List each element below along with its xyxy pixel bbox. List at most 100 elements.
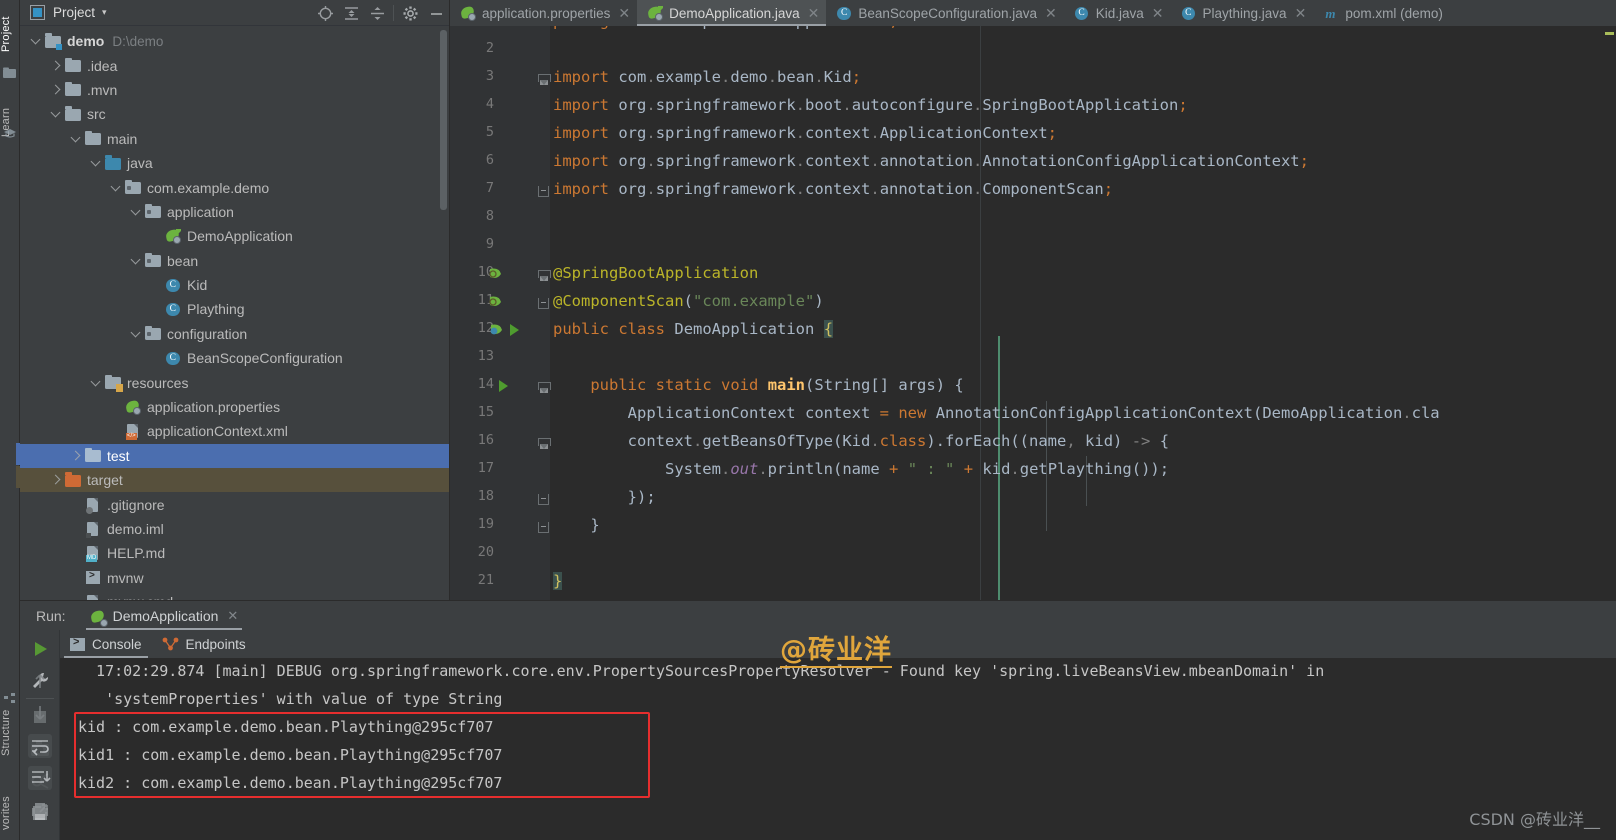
chevron-right-icon[interactable] — [48, 472, 64, 488]
console-line: 17:02:29.874 [main] DEBUG org.springfram… — [78, 662, 1325, 680]
close-icon[interactable]: ✕ — [808, 5, 820, 22]
tree-node-plaything[interactable]: C Plaything — [20, 297, 449, 321]
maven-icon: m — [1325, 6, 1336, 21]
code-fold-bottom-icon[interactable] — [538, 494, 549, 505]
spring-bean-gutter-icon[interactable] — [488, 266, 504, 285]
chevron-right-icon[interactable] — [68, 448, 84, 464]
tree-node-resources[interactable]: resources — [20, 370, 449, 394]
chevron-down-icon[interactable] — [128, 204, 144, 220]
scroll-to-end-icon[interactable] — [28, 766, 52, 790]
editor-tab-label: BeanScopeConfiguration.java — [858, 5, 1038, 21]
chevron-down-icon[interactable] — [128, 253, 144, 269]
tree-node-java[interactable]: java — [20, 151, 449, 175]
tree-node--mvn[interactable]: .mvn — [20, 78, 449, 102]
tree-node-application[interactable]: application — [20, 200, 449, 224]
tree-node-test[interactable]: test — [20, 443, 449, 469]
editor-tab-pom-xml-demo-[interactable]: m pom.xml (demo) — [1313, 0, 1450, 26]
tree-node-label: resources — [127, 374, 189, 391]
editor-tab-bar[interactable]: application.properties ✕ DemoApplication.j… — [450, 0, 1616, 26]
tree-node-bean[interactable]: bean — [20, 249, 449, 273]
tree-node--gitignore[interactable]: .gitignore — [20, 492, 449, 516]
tree-node-mvnw-cmd[interactable]: Cmvnw.cmd — [20, 590, 449, 600]
tree-node-label: bean — [167, 252, 199, 269]
close-icon[interactable]: ✕ — [1295, 5, 1307, 22]
rerun-button[interactable] — [29, 638, 51, 660]
project-tree-scrollbar[interactable] — [440, 30, 447, 210]
tree-node-label: configuration — [167, 325, 248, 342]
editor-tab-kid-java[interactable]: C Kid.java ✕ — [1064, 0, 1171, 26]
scroll-down-icon[interactable] — [29, 702, 51, 724]
strip-item-project[interactable]: Project — [0, 4, 20, 64]
run-gutter-icon[interactable] — [496, 378, 510, 397]
line-number: 2 — [485, 40, 494, 56]
console-output[interactable]: CSDN @砖业洋__ 17:02:29.874 [main] DEBUG or… — [60, 658, 1616, 840]
tree-node-demo-iml[interactable]: demo.iml — [20, 517, 449, 541]
chevron-down-icon[interactable] — [128, 326, 144, 342]
run-configuration-tab[interactable]: DemoApplication ✕ — [84, 601, 245, 631]
tree-node--idea[interactable]: .idea — [20, 53, 449, 77]
tree-node-label: .mvn — [87, 81, 118, 98]
hide-panel-icon[interactable] — [423, 0, 449, 26]
code-fold-top-icon[interactable] — [538, 382, 551, 393]
close-icon[interactable]: ✕ — [1152, 5, 1164, 22]
tree-node-help-md[interactable]: MD HELP.md — [20, 541, 449, 565]
chevron-down-icon[interactable] — [48, 106, 64, 122]
tree-node-src[interactable]: src — [20, 102, 449, 126]
tree-node-label: mvnw — [107, 569, 144, 586]
project-tree[interactable]: demo D:\demo .idea .mvn src main java com.examp… — [20, 26, 449, 600]
strip-item-structure[interactable]: Structure — [0, 700, 20, 766]
chevron-down-icon[interactable] — [108, 180, 124, 196]
chevron-right-icon[interactable] — [48, 82, 64, 98]
code-fold-top-icon[interactable] — [538, 74, 551, 85]
tree-node-demo[interactable]: demo D:\demo — [20, 29, 449, 53]
chevron-down-icon[interactable] — [28, 33, 44, 49]
tab-console[interactable]: Console — [60, 630, 152, 658]
tree-node-demoapplication[interactable]: DemoApplication — [20, 224, 449, 248]
tree-node-beanscopeconfiguration[interactable]: C BeanScopeConfiguration — [20, 346, 449, 370]
tree-node-configuration[interactable]: configuration — [20, 322, 449, 346]
spring-bean-gutter-icon[interactable] — [488, 294, 504, 313]
tree-node-label: demo.iml — [107, 521, 164, 537]
chevron-down-icon[interactable]: ▾ — [102, 7, 107, 18]
tree-node-application-properties[interactable]: application.properties — [20, 395, 449, 419]
editor-tab-demoapplication-java[interactable]: DemoApplication.java ✕ — [637, 0, 827, 26]
editor-tab-application-properties[interactable]: application.properties ✕ — [450, 0, 637, 26]
editor-tab-plaything-java[interactable]: C Plaything.java ✕ — [1171, 0, 1314, 26]
soft-wrap-icon[interactable] — [28, 734, 52, 758]
tree-node-main[interactable]: main — [20, 127, 449, 151]
locate-target-icon[interactable] — [312, 0, 338, 26]
print-icon[interactable] — [29, 800, 51, 822]
code-fold-bottom-icon[interactable] — [538, 298, 549, 309]
tree-node-kid[interactable]: C Kid — [20, 273, 449, 297]
chevron-down-icon[interactable] — [88, 155, 104, 171]
editor-tab-label: Kid.java — [1095, 5, 1144, 21]
tree-node-applicationcontext-xml[interactable]: </> applicationContext.xml — [20, 419, 449, 443]
scroll-up-icon[interactable] — [29, 670, 51, 692]
expand-all-icon[interactable] — [338, 0, 364, 26]
close-icon[interactable]: ✕ — [227, 608, 238, 624]
chevron-down-icon[interactable] — [68, 131, 84, 147]
close-icon[interactable]: ✕ — [1045, 5, 1057, 22]
code-editor[interactable]: 123456789101112131415161718192021 packag… — [450, 26, 1616, 600]
editor-gutter[interactable]: 123456789101112131415161718192021 — [450, 26, 551, 600]
code-fold-top-icon[interactable] — [538, 270, 551, 281]
spring-run-gutter-icon[interactable] — [488, 322, 524, 341]
code-fold-top-icon[interactable] — [538, 438, 551, 449]
chevron-down-icon[interactable] — [88, 375, 104, 391]
folder-package-icon — [145, 325, 162, 342]
code-fold-bottom-icon[interactable] — [538, 522, 549, 533]
tree-node-mvnw[interactable]: mvnw — [20, 566, 449, 590]
console-line-highlighted: kid1 : com.example.demo.bean.Plaything@2… — [78, 746, 503, 764]
chevron-right-icon[interactable] — [48, 58, 64, 74]
tab-endpoints[interactable]: Endpoints — [152, 630, 256, 658]
strip-item-favorites[interactable]: vorites — [0, 785, 20, 840]
tree-node-target[interactable]: target — [20, 468, 449, 493]
collapse-all-icon[interactable] — [364, 0, 390, 26]
editor-code-area[interactable]: package com.example.demo.application; imp… — [550, 26, 1616, 600]
tree-node-com-example-demo[interactable]: com.example.demo — [20, 175, 449, 199]
strip-item-learn[interactable]: Learn — [0, 96, 20, 148]
editor-tab-beanscopeconfiguration-java[interactable]: C BeanScopeConfiguration.java ✕ — [826, 0, 1063, 26]
close-icon[interactable]: ✕ — [618, 5, 630, 22]
settings-gear-icon[interactable] — [397, 0, 423, 26]
code-fold-bottom-icon[interactable] — [538, 186, 549, 197]
